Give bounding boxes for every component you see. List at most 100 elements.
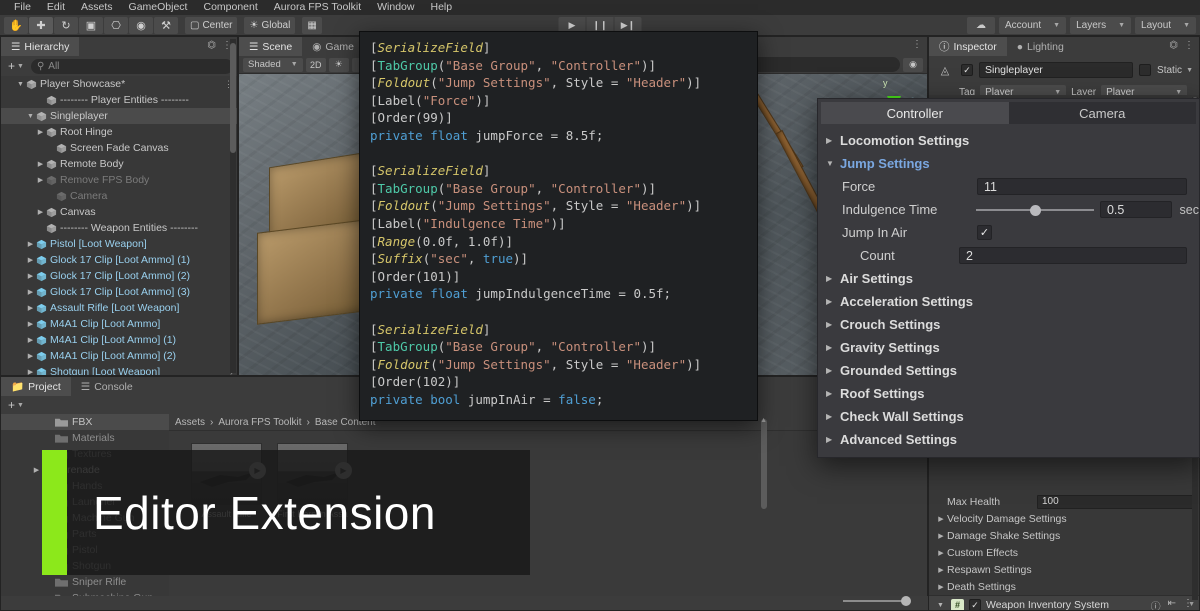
preset-icon[interactable]: ⇤ [1168,598,1176,611]
hierarchy-item[interactable]: ▶-------- Weapon Entities -------- [1,220,237,236]
hierarchy-item[interactable]: ▶-------- Player Entities -------- [1,92,237,108]
chevron-right-icon[interactable]: ▶ [935,532,947,540]
lock-icon[interactable]: ⏣ [207,40,216,51]
help-icon[interactable]: ⓘ [1151,598,1161,611]
move-tool-icon[interactable]: ✚ [29,17,53,34]
hierarchy-item[interactable]: ▼Player Showcase*⋮ [1,76,237,92]
disclosure-arrow-icon[interactable]: ▶ [25,320,36,328]
disclosure-arrow-icon[interactable]: ▶ [45,192,56,200]
shading-mode-dropdown[interactable]: Shaded ▼ [243,58,303,72]
inspector-section-row[interactable]: ▶Custom Effects [929,544,1199,561]
cloud-icon[interactable]: ☁ [967,17,995,34]
tab-game[interactable]: ◉ Game [302,37,364,56]
count-input[interactable]: 2 [959,247,1187,264]
tab-lighting[interactable]: ● Lighting [1007,37,1074,56]
space-mode-button[interactable]: ☀ Global [244,17,295,34]
menu-item-file[interactable]: File [6,0,39,15]
component-enabled-checkbox[interactable]: ✓ [969,599,981,610]
menu-item-aurora-fps-toolkit[interactable]: Aurora FPS Toolkit [266,0,369,15]
hierarchy-item[interactable]: ▶Glock 17 Clip [Loot Ammo] (1)› [1,252,237,268]
jump-in-air-checkbox[interactable]: ✓ [977,225,992,240]
project-tree-item[interactable]: ▶Sniper Rifle [1,574,169,590]
disclosure-arrow-icon[interactable]: ▶ [35,160,46,168]
code-editor-overlay[interactable]: [SerializeField][TabGroup("Base Group", … [359,31,758,421]
tab-controller[interactable]: Controller [821,102,1009,124]
hierarchy-item[interactable]: ▶Pistol [Loot Weapon]› [1,236,237,252]
hierarchy-item[interactable]: ▶Glock 17 Clip [Loot Ammo] (3)› [1,284,237,300]
lock-icon[interactable]: ⏣ [1169,40,1178,51]
tab-project[interactable]: 📁 Project [1,377,71,396]
rotate-tool-icon[interactable]: ↻ [54,17,78,34]
gizmos-dropdown[interactable]: ◉ [903,58,923,72]
hierarchy-item[interactable]: ▶Remove FPS Body [1,172,237,188]
disclosure-arrow-icon[interactable]: ▶ [35,96,46,104]
disclosure-arrow-icon[interactable]: ▶ [44,434,55,442]
static-dropdown[interactable]: Static ▼ [1157,65,1193,76]
disclosure-arrow-icon[interactable]: ▶ [25,288,36,296]
hierarchy-item[interactable]: ▶Canvas [1,204,237,220]
disclosure-arrow-icon[interactable]: ▶ [44,578,55,586]
project-tree-item[interactable]: ▶FBX [1,414,169,430]
breadcrumb-item-toolkit[interactable]: Aurora FPS Toolkit [218,417,301,428]
indulgence-time-input[interactable]: 0.5 [1100,201,1172,218]
hierarchy-item[interactable]: ▶Shotgun [Loot Weapon]› [1,364,237,375]
hierarchy-item[interactable]: ▶Assault Rifle [Loot Weapon]› [1,300,237,316]
hierarchy-item[interactable]: ▶M4A1 Clip [Loot Ammo] (1)› [1,332,237,348]
disclosure-arrow-icon[interactable]: ▶ [45,144,56,152]
scene-kebab-menu-icon[interactable]: ⋮ [912,39,922,50]
weapon-inventory-system-header[interactable]: ▼ # ✓ Weapon Inventory System ⓘ ⇤ ⋮ [929,595,1199,610]
controller-section-row[interactable]: ▶Air Settings [818,267,1199,290]
inspector-section-row[interactable]: ▶Death Settings [929,578,1199,595]
disclosure-arrow-icon[interactable]: ▶ [25,336,36,344]
hierarchy-item[interactable]: ▶M4A1 Clip [Loot Ammo]› [1,316,237,332]
disclosure-arrow-icon[interactable]: ▶ [35,176,46,184]
controller-section-row[interactable]: ▶Gravity Settings [818,336,1199,359]
hierarchy-item[interactable]: ▶Screen Fade Canvas [1,140,237,156]
chevron-down-icon[interactable]: ▼ [935,602,946,609]
scroll-up-arrow-icon[interactable]: ▲ [760,417,767,424]
menu-item-gameobject[interactable]: GameObject [121,0,196,15]
snap-grid-button[interactable]: ▦ [302,17,321,34]
hierarchy-item[interactable]: ▶Remote Body [1,156,237,172]
kebab-menu-icon[interactable]: ⋮ [1184,40,1194,51]
tab-console[interactable]: ☰ Console [71,377,143,396]
hierarchy-tree[interactable]: ▼Player Showcase*⋮▶-------- Player Entit… [1,76,237,375]
max-health-input[interactable]: 100 [1037,495,1193,509]
indulgence-time-slider[interactable] [976,209,1094,211]
breadcrumb-item-assets[interactable]: Assets [175,417,205,428]
controller-section-row[interactable]: ▶Grounded Settings [818,359,1199,382]
disclosure-arrow-icon[interactable]: ▶ [31,466,42,474]
disclosure-arrow-icon[interactable]: ▶ [25,256,36,264]
toggle-2d-button[interactable]: 2D [306,58,326,72]
hierarchy-item[interactable]: ▶Glock 17 Clip [Loot Ammo] (2)› [1,268,237,284]
menu-item-edit[interactable]: Edit [39,0,73,15]
inspector-section-row[interactable]: ▶Damage Shake Settings [929,527,1199,544]
scale-tool-icon[interactable]: ▣ [79,17,103,34]
hand-tool-icon[interactable]: ✋ [4,17,28,34]
pivot-mode-button[interactable]: ▢ Center [185,17,237,34]
object-name-input[interactable]: Singleplayer [979,62,1133,78]
disclosure-arrow-icon[interactable]: ▶ [44,418,55,426]
jump-settings-row[interactable]: ▼ Jump Settings [818,152,1199,175]
tab-hierarchy[interactable]: ☰ Hierarchy [1,37,79,56]
transform-tool-icon[interactable]: ◉ [129,17,153,34]
account-dropdown[interactable]: Account ▼ [999,17,1066,34]
controller-section-row[interactable]: ▶Advanced Settings [818,428,1199,451]
locomotion-settings-row[interactable]: ▶ Locomotion Settings [818,129,1199,152]
disclosure-arrow-icon[interactable]: ▶ [35,208,46,216]
hierarchy-item[interactable]: ▶M4A1 Clip [Loot Ammo] (2)› [1,348,237,364]
disclosure-arrow-icon[interactable]: ▶ [25,352,36,360]
chevron-right-icon[interactable]: ▶ [935,566,947,574]
tab-inspector[interactable]: ⓘ Inspector [929,37,1007,56]
create-asset-button[interactable]: + ▼ [5,398,27,412]
chevron-right-icon[interactable]: ▶ [935,549,947,557]
disclosure-arrow-icon[interactable]: ▶ [25,304,36,312]
disclosure-arrow-icon[interactable]: ▶ [25,272,36,280]
layout-dropdown[interactable]: Layout ▼ [1135,17,1196,34]
tab-camera[interactable]: Camera [1009,102,1197,124]
project-tree-item[interactable]: ▶Materials [1,430,169,446]
controller-section-row[interactable]: ▶Check Wall Settings [818,405,1199,428]
disclosure-arrow-icon[interactable]: ▶ [25,240,36,248]
disclosure-arrow-icon[interactable]: ▶ [35,128,46,136]
rect-tool-icon[interactable]: ⎔ [104,17,128,34]
